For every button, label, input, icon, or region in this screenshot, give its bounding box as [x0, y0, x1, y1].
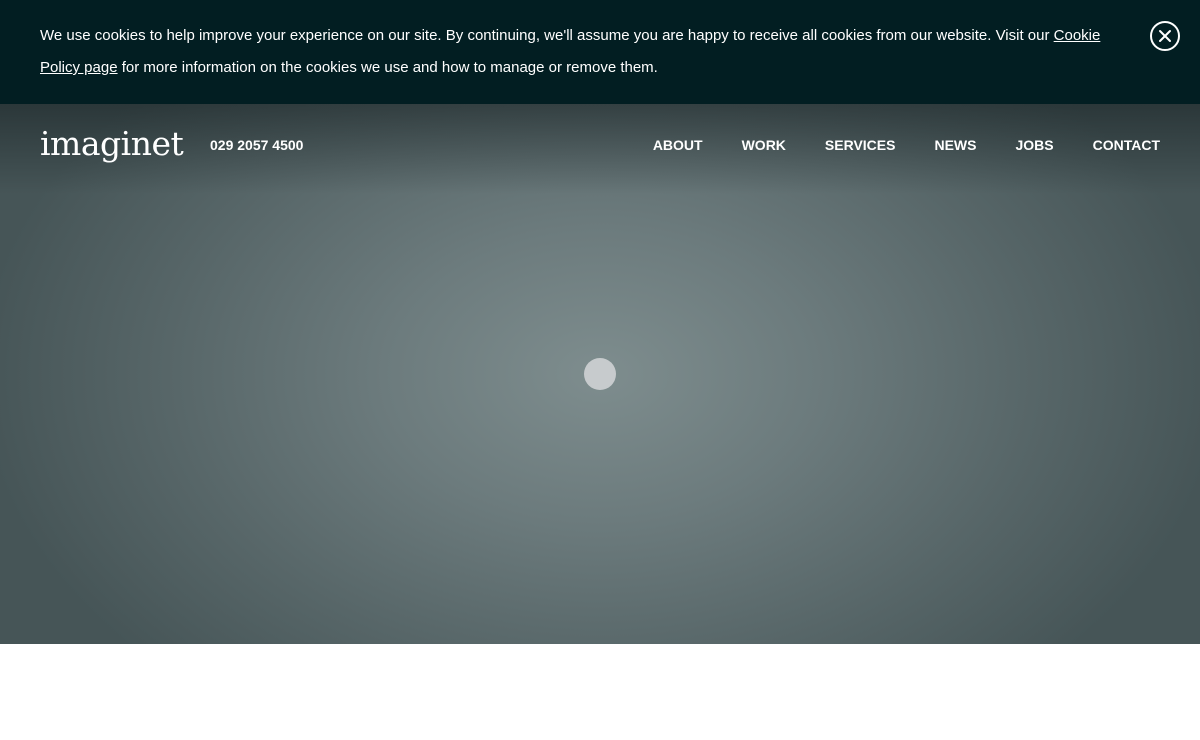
cookie-message: We use cookies to help improve your expe… [40, 20, 1130, 84]
cookie-text-after-link: for more information on the cookies we u… [117, 59, 658, 76]
main-nav: ABOUT WORK SERVICES NEWS JOBS CONTACT [614, 136, 1160, 154]
cookie-banner: We use cookies to help improve your expe… [0, 0, 1200, 104]
close-icon [1159, 30, 1171, 42]
nav-item-jobs[interactable]: JOBS [1015, 136, 1053, 154]
site-logo[interactable]: imaginet [40, 124, 184, 164]
nav-item-contact[interactable]: CONTACT [1093, 136, 1160, 154]
nav-item-news[interactable]: NEWS [934, 136, 976, 154]
nav-item-work[interactable]: WORK [742, 136, 786, 154]
cookie-text-before-link: We use cookies to help improve your expe… [40, 27, 1054, 44]
page-content-area [0, 644, 1200, 740]
site-header: imaginet 029 2057 4500 ABOUT WORK SERVIC… [0, 104, 1200, 186]
phone-number[interactable]: 029 2057 4500 [210, 136, 303, 154]
nav-item-services[interactable]: SERVICES [825, 136, 896, 154]
loading-indicator [584, 358, 616, 390]
nav-item-about[interactable]: ABOUT [653, 136, 703, 154]
cookie-close-button[interactable] [1150, 21, 1180, 51]
